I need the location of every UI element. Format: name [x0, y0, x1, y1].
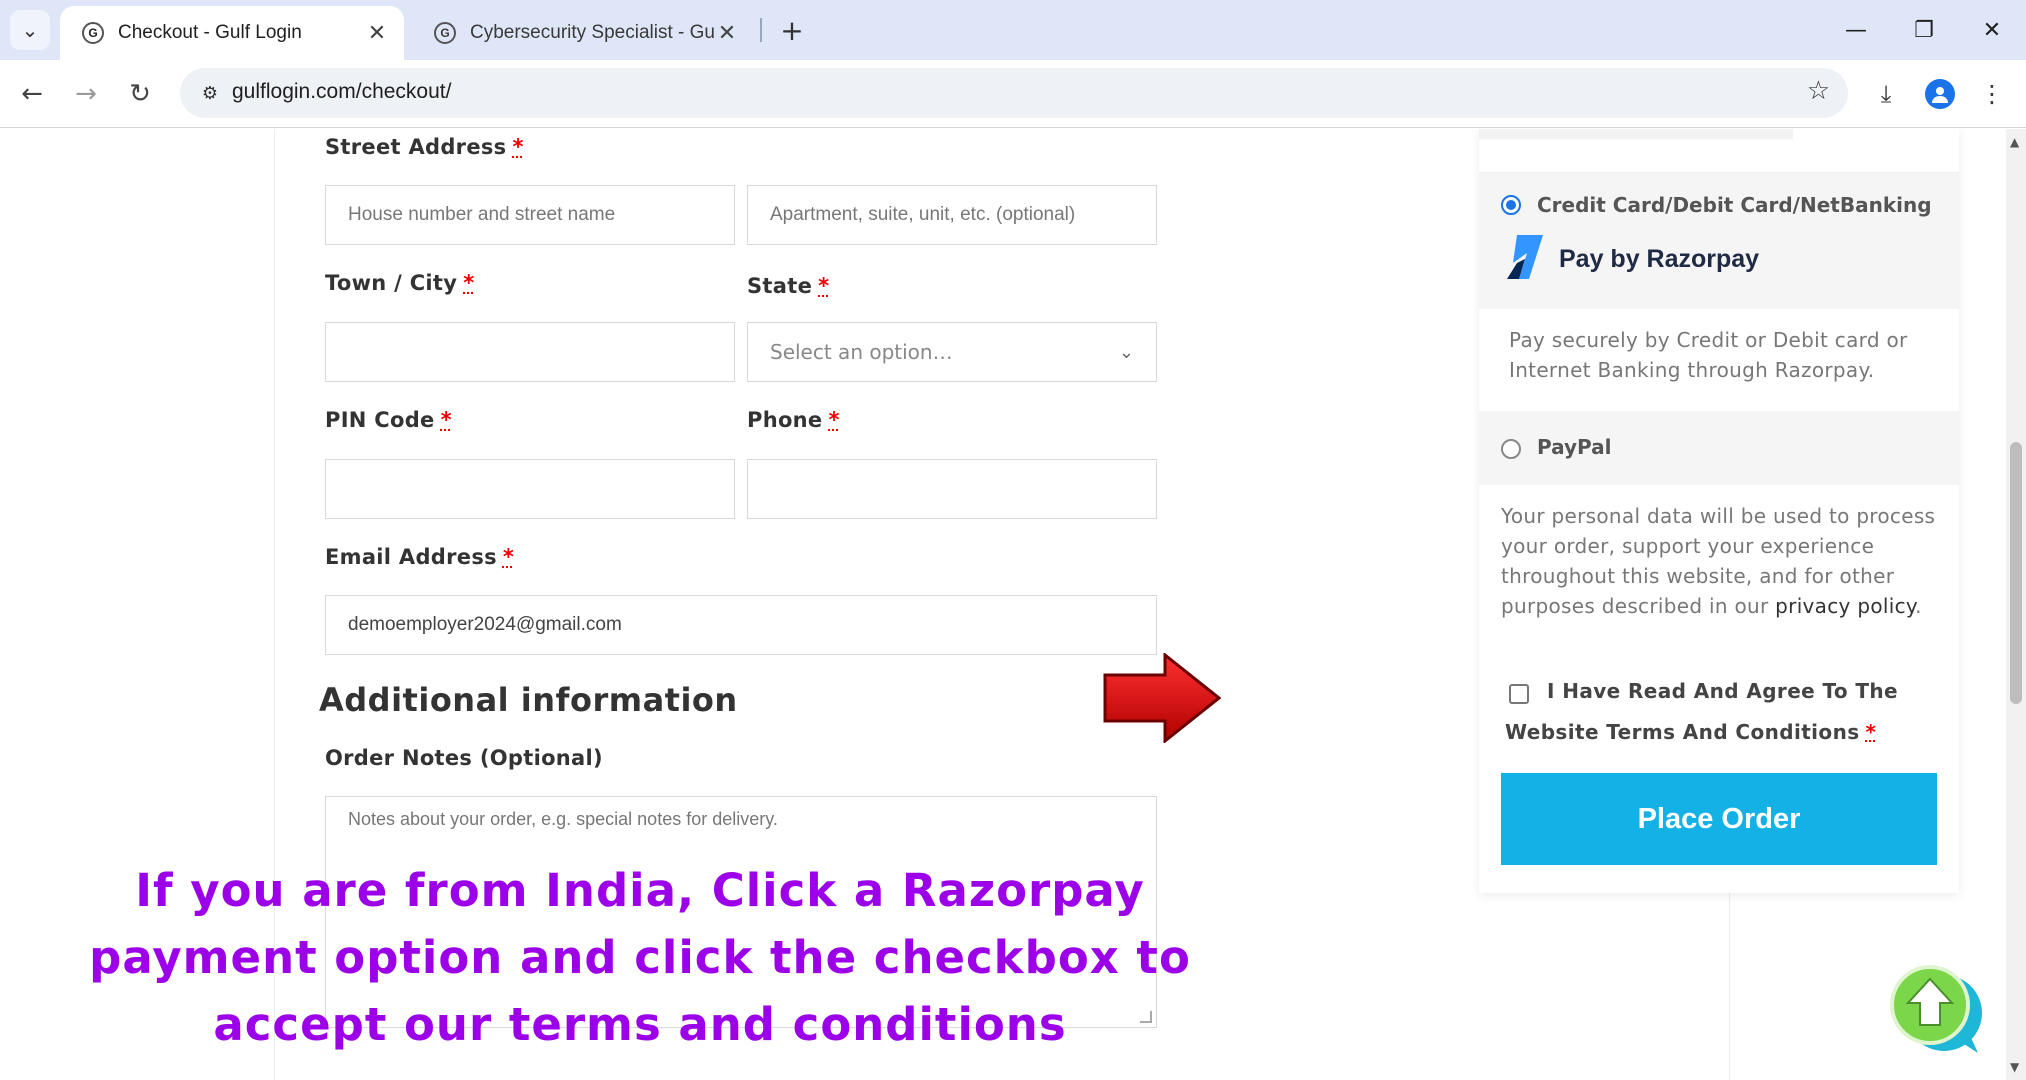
required-mark: * [512, 135, 524, 159]
razorpay-radio[interactable] [1501, 195, 1521, 215]
label-text: State [747, 274, 813, 298]
required-mark: * [828, 408, 840, 432]
town-city-input[interactable] [325, 322, 735, 382]
razorpay-option-label: Credit Card/Debit Card/NetBanking [1537, 193, 1932, 217]
instruction-overlay: If you are from India, Click a Razorpay … [89, 864, 1191, 1051]
minimize-button[interactable]: — [1828, 8, 1884, 52]
terms-line-2[interactable]: Website Terms And Conditions [1505, 720, 1860, 744]
minimize-icon: — [1845, 17, 1867, 43]
plus-icon: + [780, 13, 804, 47]
razorpay-option[interactable]: Credit Card/Debit Card/NetBanking Pay by… [1479, 173, 1959, 309]
razorpay-description: Pay securely by Credit or Debit card or … [1509, 328, 1908, 382]
razorpay-title: Pay by Razorpay [1559, 245, 1760, 273]
phone-input[interactable] [747, 459, 1157, 519]
street-address-input[interactable]: House number and street name [325, 185, 735, 245]
scroll-thumb[interactable] [2010, 442, 2022, 704]
order-notes-placeholder: Notes about your order, e.g. special not… [348, 809, 778, 829]
chevron-down-icon: ⌄ [1118, 341, 1134, 363]
tab-title: Cybersecurity Specialist - Gulf L [470, 22, 714, 43]
page-scrollbar[interactable]: ▲ ▼ [2006, 129, 2026, 1080]
label-text: Street Address [325, 135, 507, 159]
arrow-left-icon: ← [21, 79, 43, 109]
paypal-radio[interactable] [1501, 439, 1521, 459]
bookmark-star-icon[interactable]: ☆ [1807, 76, 1830, 106]
required-mark: * [440, 408, 452, 432]
street-address-label: Street Address * [325, 135, 524, 159]
apartment-input[interactable]: Apartment, suite, unit, etc. (optional) [747, 185, 1157, 245]
browser-toolbar: ← → ↻ ⚙ gulflogin.com/checkout/ ☆ ⤓ ⋮ [0, 60, 2026, 128]
new-tab-button[interactable]: + [772, 10, 812, 50]
email-address-label: Email Address * [325, 545, 514, 569]
reload-icon: ↻ [129, 79, 151, 109]
pin-code-label: PIN Code * [325, 408, 452, 432]
state-selected-value: Select an option… [770, 340, 953, 364]
scroll-up-arrow-icon[interactable]: ▲ [2010, 135, 2019, 149]
arrow-right-icon: → [75, 79, 97, 109]
payment-panel-top [1479, 129, 1959, 173]
paypal-option[interactable]: PayPal [1479, 411, 1959, 485]
state-select[interactable]: Select an option… ⌄ [747, 322, 1157, 382]
scroll-down-arrow-icon[interactable]: ▼ [2010, 1060, 2019, 1074]
payment-methods-panel: Credit Card/Debit Card/NetBanking Pay by… [1479, 129, 1959, 893]
phone-label: Phone * [747, 408, 840, 432]
url-text: gulflogin.com/checkout/ [232, 80, 452, 103]
forward-button[interactable]: → [66, 74, 106, 114]
privacy-policy-link[interactable]: privacy policy [1775, 594, 1915, 618]
restore-icon: ❐ [1914, 17, 1934, 43]
red-arrow-icon [1103, 653, 1221, 743]
close-tab-icon[interactable]: ✕ [364, 20, 390, 46]
place-order-button[interactable]: Place Order [1501, 773, 1937, 865]
avatar [1925, 79, 1955, 109]
required-mark: * [463, 271, 475, 295]
terms-line-1: I Have Read And Agree To The [1547, 679, 1899, 703]
email-input[interactable]: demoemployer2024@gmail.com [325, 595, 1157, 655]
address-bar[interactable]: ⚙ gulflogin.com/checkout/ ☆ [180, 68, 1848, 118]
tab-title: Checkout - Gulf Login [118, 22, 302, 43]
additional-information-heading: Additional information [319, 681, 738, 719]
chevron-down-icon: ⌄ [21, 18, 39, 42]
back-button[interactable]: ← [12, 74, 52, 114]
reload-button[interactable]: ↻ [120, 74, 160, 114]
razorpay-logo-icon [1507, 235, 1543, 279]
label-text: Town / City [325, 271, 458, 295]
state-label: State * [747, 274, 829, 298]
town-city-label: Town / City * [325, 271, 475, 295]
gulf-login-favicon-icon: G [82, 22, 104, 44]
terms-label: I Have Read And Agree To The Website Ter… [1505, 671, 1945, 753]
panel-strip [1479, 129, 1793, 139]
restore-button[interactable]: ❐ [1896, 8, 1952, 52]
profile-button[interactable] [1920, 74, 1960, 114]
tab-cybersecurity[interactable]: G Cybersecurity Specialist - Gulf L ✕ [412, 6, 754, 60]
label-text: Email Address [325, 545, 497, 569]
tab-separator [760, 18, 762, 42]
tab-search-button[interactable]: ⌄ [10, 10, 50, 50]
site-settings-icon[interactable]: ⚙ [192, 75, 228, 111]
label-text: Phone [747, 408, 823, 432]
more-vertical-icon: ⋮ [1980, 80, 2004, 108]
close-icon: ✕ [1982, 17, 2002, 43]
privacy-notice: Your personal data will be used to proce… [1501, 501, 1941, 621]
pin-code-input[interactable] [325, 459, 735, 519]
download-icon: ⤓ [1880, 80, 1892, 108]
required-mark: * [818, 274, 830, 298]
tab-strip: ⌄ G Checkout - Gulf Login ✕ G Cybersecur… [0, 0, 2026, 60]
required-mark: * [1865, 720, 1877, 744]
gulf-login-favicon-icon: G [434, 22, 456, 44]
period: . [1915, 594, 1922, 618]
person-icon [1932, 87, 1948, 103]
scroll-to-top-icon[interactable] [1886, 961, 1986, 1057]
tab-checkout[interactable]: G Checkout - Gulf Login ✕ [60, 6, 404, 60]
paypal-label: PayPal [1537, 435, 1612, 459]
menu-button[interactable]: ⋮ [1972, 74, 2012, 114]
close-window-button[interactable]: ✕ [1964, 8, 2020, 52]
downloads-button[interactable]: ⤓ [1866, 74, 1906, 114]
label-text: PIN Code [325, 408, 435, 432]
close-tab-icon[interactable]: ✕ [714, 20, 740, 46]
required-mark: * [502, 545, 515, 569]
order-notes-label: Order Notes (Optional) [325, 746, 603, 770]
page-viewport: Street Address * House number and street … [0, 129, 2006, 1080]
